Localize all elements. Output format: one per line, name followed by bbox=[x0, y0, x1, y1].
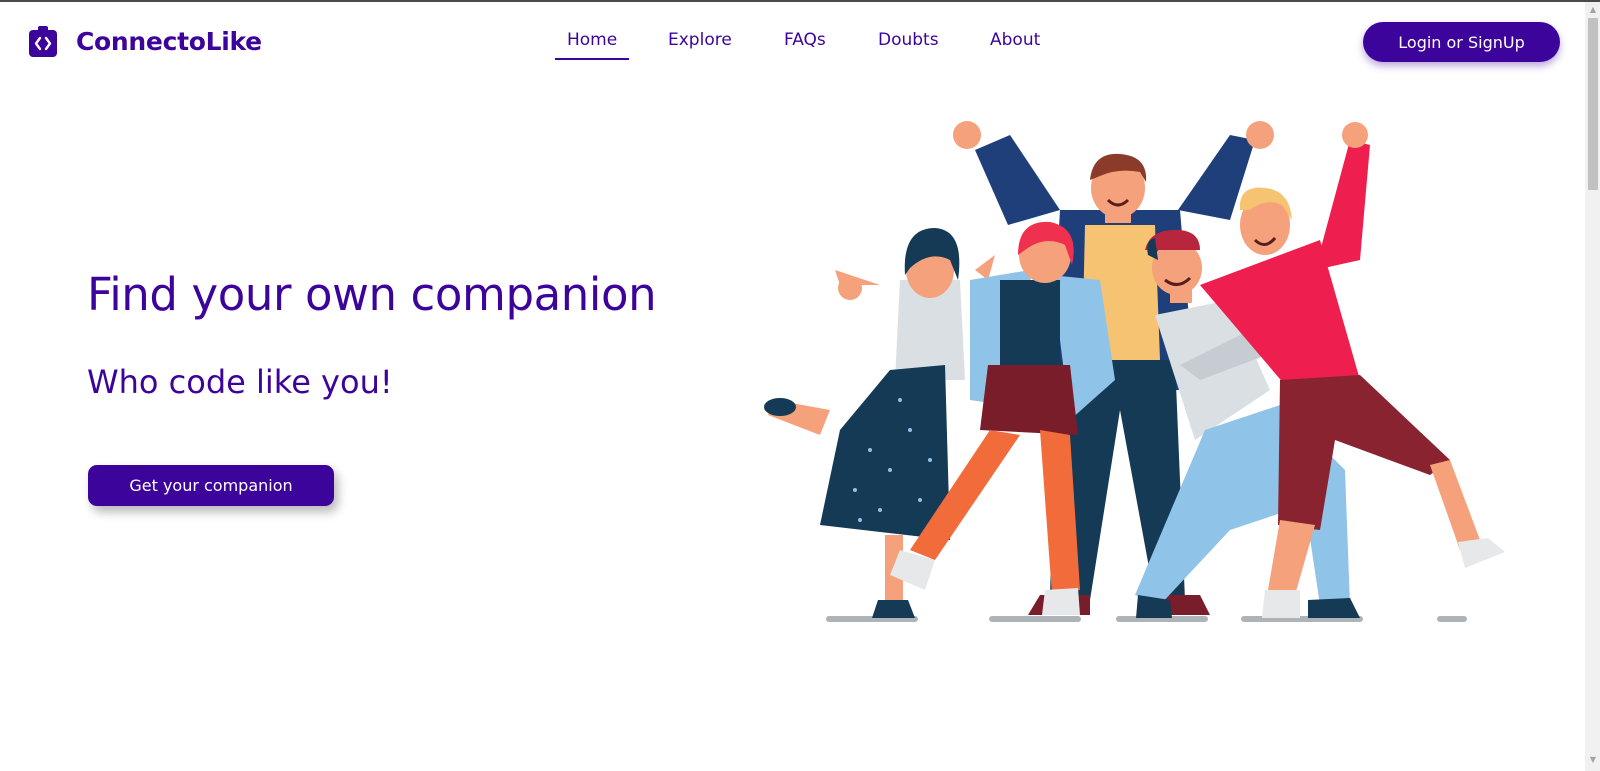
get-companion-button[interactable]: Get your companion bbox=[88, 465, 334, 506]
scroll-up-arrow-icon[interactable]: ▲ bbox=[1588, 5, 1598, 15]
scrollbar-thumb[interactable] bbox=[1588, 18, 1598, 190]
nav-explore-link[interactable]: Explore bbox=[668, 30, 732, 50]
window-top-border bbox=[0, 0, 1600, 2]
main-nav: Home Explore FAQs Doubts About bbox=[0, 30, 1600, 60]
login-signup-button[interactable]: Login or SignUp bbox=[1363, 22, 1560, 62]
nav-faqs-link[interactable]: FAQs bbox=[784, 30, 826, 50]
nav-home-link[interactable]: Home bbox=[554, 30, 630, 60]
friends-group-illustration bbox=[764, 121, 1505, 622]
hero-title: Find your own companion bbox=[87, 268, 657, 321]
nav-doubts-link[interactable]: Doubts bbox=[878, 30, 939, 50]
nav-about-link[interactable]: About bbox=[990, 30, 1040, 50]
scroll-down-arrow-icon[interactable]: ▼ bbox=[1588, 755, 1598, 765]
hero-subtitle: Who code like you! bbox=[87, 363, 393, 401]
